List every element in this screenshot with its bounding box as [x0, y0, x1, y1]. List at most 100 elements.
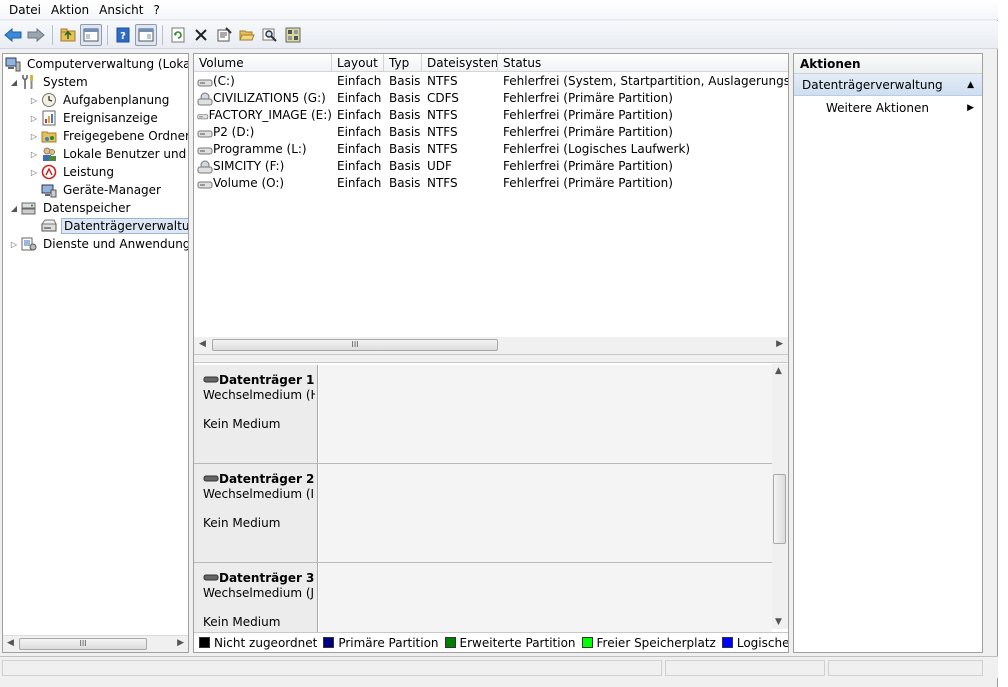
- collapse-triangle-icon[interactable]: ▲: [967, 74, 974, 96]
- volume-filesystem: NTFS: [427, 142, 458, 156]
- column-header-typ[interactable]: Typ: [384, 54, 422, 72]
- disk-media-status: Kein Medium: [203, 516, 281, 530]
- tree-item-system[interactable]: ◢ System: [9, 73, 90, 91]
- removable-disk-icon: [203, 574, 219, 581]
- volume-type: Basis: [389, 125, 421, 139]
- volume-row[interactable]: P2 (D:) Einfach Basis NTFS Fehlerfrei (P…: [194, 124, 788, 141]
- scroll-up-icon[interactable]: ▲: [775, 366, 782, 376]
- legend-label: Erweiterte Partition: [459, 635, 576, 650]
- disk-row[interactable]: Datenträger 1 Wechselmedium (H: Kein Med…: [194, 365, 772, 464]
- forward-button[interactable]: [25, 24, 47, 46]
- toolbar-separator: [107, 24, 108, 45]
- more-actions-label: Weitere Aktionen: [826, 101, 929, 115]
- cd-drive-icon: [197, 92, 213, 105]
- menu-ansicht[interactable]: Ansicht: [94, 0, 148, 20]
- scrollbar-thumb[interactable]: III: [19, 638, 147, 650]
- expand-arrow-icon[interactable]: ▷: [9, 240, 19, 249]
- refresh-button[interactable]: [167, 24, 189, 46]
- expand-arrow-icon[interactable]: ▷: [29, 96, 39, 105]
- disk-settings-button[interactable]: [282, 24, 304, 46]
- more-actions-link[interactable]: Weitere Aktionen ▶: [794, 96, 982, 120]
- disk-partition-area[interactable]: [319, 563, 772, 632]
- disk-row[interactable]: Datenträger 3 Wechselmedium (J:) Kein Me…: [194, 563, 772, 632]
- column-header-layout[interactable]: Layout: [332, 54, 384, 72]
- volume-name: FACTORY_IMAGE (E:): [208, 108, 332, 122]
- properties-button[interactable]: [213, 24, 235, 46]
- legend-item: Erweiterte Partition: [444, 635, 576, 650]
- disk-type: Wechselmedium (I:): [203, 487, 315, 501]
- volume-status: Fehlerfrei (Logisches Laufwerk): [503, 142, 691, 156]
- column-header-status[interactable]: Status: [498, 54, 788, 72]
- scroll-right-icon[interactable]: ▶: [177, 638, 184, 648]
- open-button[interactable]: [236, 24, 258, 46]
- back-button[interactable]: [2, 24, 24, 46]
- collapse-arrow-icon[interactable]: ◢: [9, 78, 19, 87]
- scrollbar-thumb[interactable]: [773, 474, 786, 544]
- volume-name: Volume (O:): [213, 176, 285, 190]
- tree-item-label: Geräte-Manager: [63, 183, 161, 197]
- tree-item-label: Datenträgerverwaltung: [61, 218, 188, 234]
- column-header-volume[interactable]: Volume: [194, 54, 332, 72]
- volume-type: Basis: [389, 142, 421, 156]
- show-action-pane-button[interactable]: [135, 23, 157, 46]
- actions-title: Aktionen: [794, 54, 982, 74]
- expand-arrow-icon[interactable]: ▷: [29, 150, 39, 159]
- legend-swatch: [721, 637, 733, 648]
- volume-list-horizontal-scrollbar[interactable]: ◀ III ▶: [194, 337, 788, 354]
- disk-partition-area[interactable]: [319, 365, 772, 463]
- disk-list-vertical-scrollbar[interactable]: ▲ ▼: [772, 364, 788, 629]
- tree-item-event-viewer[interactable]: ▷ Ereignisanzeige: [29, 109, 160, 127]
- volume-row[interactable]: FACTORY_IMAGE (E:) Einfach Basis NTFS Fe…: [194, 107, 788, 124]
- tree-item-device-manager[interactable]: Geräte-Manager: [41, 181, 163, 199]
- tree-horizontal-scrollbar[interactable]: ◀ III ▶: [3, 635, 188, 652]
- scroll-left-icon[interactable]: ◀: [7, 638, 14, 648]
- status-segment: [665, 660, 825, 676]
- volume-filesystem: UDF: [427, 159, 452, 173]
- scroll-left-icon[interactable]: ◀: [199, 339, 206, 349]
- expand-arrow-icon[interactable]: ▷: [29, 132, 39, 141]
- up-level-button[interactable]: [57, 24, 79, 46]
- search-button[interactable]: [259, 24, 281, 46]
- menu-help[interactable]: ?: [148, 0, 164, 20]
- delete-button[interactable]: [190, 24, 212, 46]
- legend-swatch: [581, 637, 593, 648]
- tree-item-storage[interactable]: ◢ Datenspeicher: [9, 199, 132, 217]
- disk-settings-icon: [285, 27, 301, 42]
- volume-row[interactable]: (C:) Einfach Basis NTFS Fehlerfrei (Syst…: [194, 73, 788, 90]
- status-segment: [828, 660, 983, 676]
- help-icon: ?: [116, 27, 130, 42]
- tree-item-task-scheduler[interactable]: ▷ Aufgabenplanung: [29, 91, 171, 109]
- column-header-dateisystem[interactable]: Dateisystem: [422, 54, 498, 72]
- tree-item-services-applications[interactable]: ▷ Dienste und Anwendungen: [9, 235, 188, 253]
- disk-name: Datenträger 2: [219, 472, 315, 486]
- tree-item-performance[interactable]: ▷ Leistung: [29, 163, 116, 181]
- show-console-tree-button[interactable]: [80, 23, 102, 46]
- collapse-arrow-icon[interactable]: ◢: [9, 204, 19, 213]
- tree-item-disk-management[interactable]: Datenträgerverwaltung: [41, 217, 188, 235]
- volume-filesystem: NTFS: [427, 176, 458, 190]
- disk-row[interactable]: Datenträger 2 Wechselmedium (I:) Kein Me…: [194, 464, 772, 563]
- menu-aktion[interactable]: Aktion: [46, 0, 94, 20]
- toolbar-separator: [162, 24, 163, 45]
- expand-arrow-icon[interactable]: ▷: [29, 114, 39, 123]
- disk-partition-area[interactable]: [319, 464, 772, 562]
- help-button[interactable]: ?: [112, 24, 134, 46]
- volume-row[interactable]: Programme (L:) Einfach Basis NTFS Fehler…: [194, 141, 788, 158]
- volume-row[interactable]: CIVILIZATION5 (G:) Einfach Basis CDFS Fe…: [194, 90, 788, 107]
- scroll-down-icon[interactable]: ▼: [775, 617, 782, 627]
- volume-row[interactable]: SIMCITY (F:) Einfach Basis UDF Fehlerfre…: [194, 158, 788, 175]
- tree-item-shared-folders[interactable]: ▷ Freigegebene Ordner: [29, 127, 188, 145]
- actions-group-disk-management[interactable]: Datenträgerverwaltung ▲: [794, 74, 982, 96]
- pane-splitter[interactable]: [194, 354, 788, 363]
- legend-swatch: [323, 637, 335, 648]
- scroll-right-icon[interactable]: ▶: [776, 339, 783, 349]
- volume-row[interactable]: Volume (O:) Einfach Basis NTFS Fehlerfre…: [194, 175, 788, 192]
- scrollbar-thumb[interactable]: III: [212, 339, 498, 351]
- tree-item-computer-management[interactable]: Computerverwaltung (Lokal): [5, 55, 188, 73]
- menu-datei[interactable]: Datei: [4, 0, 46, 20]
- shared-folder-icon: [41, 128, 57, 144]
- volume-status: Fehlerfrei (System, Startpartition, Ausl…: [503, 74, 788, 88]
- expand-arrow-icon[interactable]: ▷: [29, 168, 39, 177]
- tree-item-local-users[interactable]: ▷ Lokale Benutzer und Gru: [29, 145, 188, 163]
- legend-label: Freier Speicherplatz: [596, 635, 716, 650]
